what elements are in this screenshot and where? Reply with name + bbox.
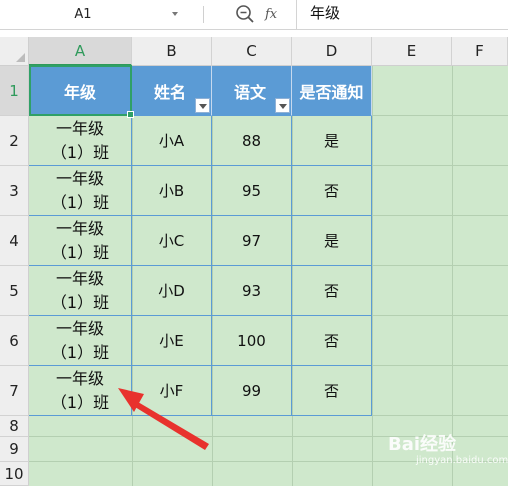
cell-notified[interactable]: 否: [292, 166, 372, 216]
cell-notified-value: 否: [323, 382, 339, 400]
cell-notified-value: 否: [323, 332, 339, 350]
annotation-arrow: [118, 388, 209, 450]
cell-notified[interactable]: 是: [292, 216, 372, 266]
watermark-text: Bai经验: [388, 434, 457, 455]
row-header-5[interactable]: 5: [0, 266, 29, 316]
row-header-7[interactable]: 7: [0, 366, 29, 416]
watermark-subtext: jingyan.baidu.com: [416, 455, 508, 466]
header-cell-grade[interactable]: 年级: [29, 66, 132, 116]
cell-notified[interactable]: 是: [292, 116, 372, 166]
cell-score-value: 95: [241, 181, 262, 200]
cell-grade-line2: （1）班: [50, 192, 110, 212]
cell-score[interactable]: 95: [212, 166, 292, 216]
cell-name-value: 小C: [158, 232, 185, 250]
cell-notified-value: 否: [323, 282, 339, 300]
cell-score[interactable]: 93: [212, 266, 292, 316]
cell-name-value: 小B: [158, 182, 185, 200]
row-header-10[interactable]: 10: [0, 462, 29, 486]
cell-score[interactable]: 88: [212, 116, 292, 166]
cell-name-value: 小D: [158, 282, 185, 300]
cell-name[interactable]: 小B: [132, 166, 212, 216]
header-label-notified: 是否通知: [299, 82, 364, 102]
cell-score[interactable]: 99: [212, 366, 292, 416]
cell-grade-line1: 一年级: [55, 118, 104, 138]
row-header-9[interactable]: 9: [0, 437, 29, 462]
cell-score-value: 93: [241, 281, 262, 300]
cell-grade-line1: 一年级: [55, 268, 104, 288]
column-header-e[interactable]: E: [372, 37, 452, 66]
cell-grade-line2: （1）班: [50, 342, 110, 362]
cell-grade-line2: （1）班: [50, 392, 110, 412]
cell-score[interactable]: 97: [212, 216, 292, 266]
formula-bar: A1 fx 年级: [0, 0, 508, 30]
column-header-d[interactable]: D: [292, 37, 372, 66]
cell-name[interactable]: 小E: [132, 316, 212, 366]
chevron-down-icon[interactable]: [172, 12, 178, 16]
fx-label: fx: [265, 7, 278, 22]
select-all-icon: [16, 53, 25, 62]
formula-value: 年级: [310, 4, 341, 22]
column-header-b[interactable]: B: [132, 37, 212, 66]
cell-grade-line2: （1）班: [50, 242, 110, 262]
cell-notified-value: 是: [323, 232, 339, 250]
header-label-name: 姓名: [154, 82, 187, 102]
name-box-value: A1: [74, 7, 92, 22]
cell-name[interactable]: 小A: [132, 116, 212, 166]
fx-icon[interactable]: fx: [265, 1, 277, 23]
cell-notified[interactable]: 否: [292, 366, 372, 416]
header-label-grade: 年级: [63, 82, 96, 102]
row-header-1[interactable]: 1: [0, 66, 29, 116]
cell-notified-value: 是: [323, 132, 339, 150]
row-header-6[interactable]: 6: [0, 316, 29, 366]
watermark-logo: Bai经验 jingyan.baidu.com: [388, 424, 508, 474]
formula-input[interactable]: 年级: [296, 0, 508, 29]
column-header-c[interactable]: C: [212, 37, 292, 66]
cell-score-value: 100: [237, 331, 266, 350]
gridline: [372, 66, 373, 486]
header-label-score: 语文: [234, 82, 267, 102]
cell-grade[interactable]: 一年级 （1）班: [29, 216, 132, 266]
row-header-4[interactable]: 4: [0, 216, 29, 266]
cell-grade-line1: 一年级: [55, 168, 104, 188]
cell-grade-line1: 一年级: [55, 218, 104, 238]
cell-name-value: 小A: [158, 132, 185, 150]
column-header-a[interactable]: A: [29, 37, 132, 66]
cell-grade[interactable]: 一年级 （1）班: [29, 266, 132, 316]
cell-grade[interactable]: 一年级 （1）班: [29, 316, 132, 366]
cell-notified-value: 否: [323, 182, 339, 200]
cell-name[interactable]: 小D: [132, 266, 212, 316]
cell-name[interactable]: 小C: [132, 216, 212, 266]
cell-score-value: 99: [241, 381, 262, 400]
row-header-8[interactable]: 8: [0, 416, 29, 437]
cell-score-value: 97: [241, 231, 262, 250]
gridline: [452, 66, 453, 486]
cell-notified[interactable]: 否: [292, 316, 372, 366]
cell-grade-line2: （1）班: [50, 142, 110, 162]
select-all-corner[interactable]: [0, 37, 29, 66]
cell-grade-line1: 一年级: [55, 318, 104, 338]
cell-grade-line2: （1）班: [50, 292, 110, 312]
row-header-2[interactable]: 2: [0, 116, 29, 166]
filter-dropdown-icon[interactable]: [275, 98, 290, 113]
column-header-f[interactable]: F: [452, 37, 508, 66]
filter-dropdown-icon[interactable]: [195, 98, 210, 113]
cell-score-value: 88: [241, 131, 262, 150]
arrow-shaft: [135, 402, 209, 450]
cell-grade[interactable]: 一年级 （1）班: [29, 116, 132, 166]
cell-score[interactable]: 100: [212, 316, 292, 366]
cell-notified[interactable]: 否: [292, 266, 372, 316]
divider: [203, 6, 204, 23]
row-header-3[interactable]: 3: [0, 166, 29, 216]
header-cell-notified[interactable]: 是否通知: [292, 66, 372, 116]
name-box[interactable]: A1: [0, 0, 186, 29]
cell-grade-line1: 一年级: [55, 368, 104, 388]
cell-name-value: 小E: [159, 332, 184, 350]
cell-grade[interactable]: 一年级 （1）班: [29, 166, 132, 216]
zoom-icon[interactable]: [235, 4, 255, 24]
